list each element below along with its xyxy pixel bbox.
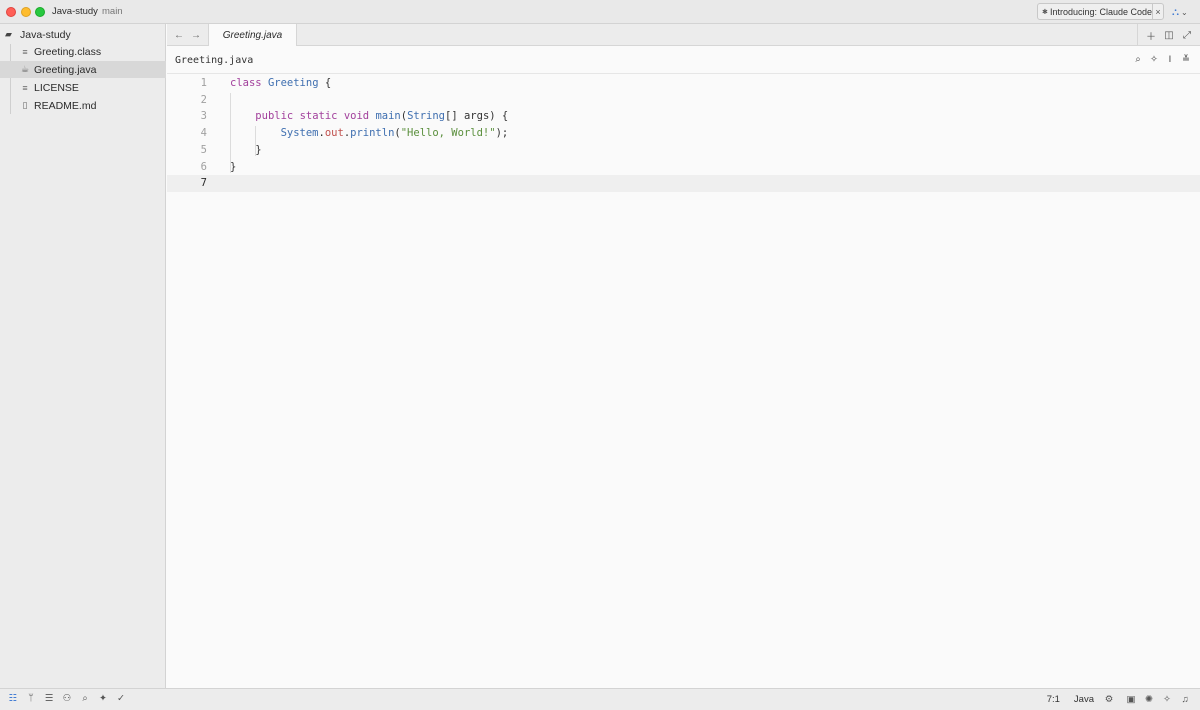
status-bar-left: ☷ ᛘ ☰ ⚇ ⌕ ✦ ✓ — [4, 693, 130, 704]
window-close-button[interactable] — [6, 7, 16, 17]
code-text: } — [230, 143, 262, 156]
line-number: 2 — [200, 93, 207, 106]
collaborators-icon[interactable]: ⚇ — [58, 693, 76, 704]
plus-icon[interactable]: ＋ — [1142, 28, 1160, 43]
line-number: 3 — [200, 110, 207, 123]
file-item-label: README.md — [34, 99, 97, 112]
status-bar: ☷ ᛘ ☰ ⚇ ⌕ ✦ ✓ 7:1 Java ⚙ ▣ ✺ ✧ ♫ — [0, 688, 1200, 710]
code-line: 6 } — [167, 159, 1200, 176]
window-maximize-button[interactable] — [35, 7, 45, 17]
line-number: 1 — [200, 77, 207, 89]
line-number: 6 — [200, 160, 207, 173]
project-panel: ▰ Java-study ≡ Greeting.class ☕ Greeting… — [0, 24, 166, 688]
split-pane-icon[interactable]: ◫ — [1160, 30, 1178, 41]
breadcrumb-bar: Greeting.java ⌕ ✧ I ≚ — [167, 46, 1200, 74]
file-item-license[interactable]: ≡ LICENSE — [0, 79, 166, 96]
maximize-icon[interactable]: ⤢ — [1178, 30, 1196, 41]
cursor-position[interactable]: 7:1 — [1047, 694, 1060, 705]
file-item-readme[interactable]: ▯ README.md — [0, 97, 166, 114]
code-text: public static void main(String[] args) { — [255, 110, 509, 123]
chevron-down-icon: ⌄ — [1181, 7, 1188, 17]
code-line: 1 class Greeting { — [167, 75, 1200, 92]
breadcrumb[interactable]: Greeting.java — [175, 55, 253, 66]
line-number: 5 — [200, 143, 207, 156]
code-line: 4 System.out.println("Hello, World!"); — [167, 125, 1200, 142]
git-branch-icon[interactable]: ᛘ — [22, 693, 40, 704]
promo-label: Introducing: Claude Code — [1049, 6, 1153, 17]
inline-assist-icon[interactable]: ✧ — [1146, 54, 1162, 65]
tab-label: Greeting.java — [222, 29, 283, 41]
code-editor[interactable]: 1 class Greeting { 2 3 public static voi… — [167, 75, 1200, 688]
assistant-icon[interactable]: ✧ — [1158, 694, 1176, 705]
code-line: 5 } — [167, 142, 1200, 159]
java-file-icon: ☕ — [20, 64, 30, 74]
notification-bell-icon[interactable]: ♫ — [1176, 694, 1194, 705]
line-number: 4 — [200, 127, 207, 140]
folder-open-icon: ▰ — [5, 29, 12, 39]
tab-bar-actions: ＋ ◫ ⤢ — [1137, 24, 1200, 46]
file-text-icon: ≡ — [22, 46, 28, 57]
title-bar: Java-study main ✱ Introducing: Claude Co… — [0, 0, 1200, 24]
file-item-greeting-class[interactable]: ≡ Greeting.class — [0, 43, 166, 60]
project-panel-icon[interactable]: ☷ — [4, 693, 22, 704]
text-cursor-icon[interactable]: I — [1162, 54, 1178, 65]
claude-icon: ✱ — [1042, 8, 1048, 16]
project-root[interactable]: ▰ Java-study — [0, 26, 166, 43]
tab-bar: ← → Greeting.java ＋ ◫ ⤢ — [167, 24, 1200, 46]
code-text: } — [230, 160, 237, 173]
arrow-right-icon: → — [191, 29, 201, 41]
promo-banner[interactable]: ✱ Introducing: Claude Code × — [1037, 3, 1164, 20]
file-text-icon: ≡ — [22, 82, 28, 93]
file-item-label: Greeting.java — [34, 63, 97, 76]
settings-sliders-icon[interactable]: ≚ — [1178, 54, 1194, 65]
file-item-label: LICENSE — [34, 81, 79, 94]
go-back-button[interactable]: ← — [171, 27, 187, 43]
language-server-icon[interactable]: ⚙ — [1100, 694, 1118, 705]
arrow-left-icon: ← — [174, 29, 184, 41]
code-line: 2 — [167, 92, 1200, 109]
editor-toolbar: ⌕ ✧ I ≚ — [1130, 54, 1194, 65]
search-icon[interactable]: ⌕ — [76, 693, 94, 704]
file-item-label: Greeting.class — [34, 45, 102, 58]
code-text: class Greeting { — [230, 77, 332, 89]
collab-icon: ⛬ — [1172, 6, 1179, 18]
diagnostics-check-icon[interactable]: ✓ — [112, 693, 130, 704]
promo-close-button[interactable]: × — [1152, 4, 1163, 19]
bug-icon[interactable]: ✺ — [1140, 694, 1158, 705]
window-minimize-button[interactable] — [21, 7, 31, 17]
outline-icon[interactable]: ☰ — [40, 693, 58, 704]
code-text: System.out.println("Hello, World!"); — [280, 127, 509, 140]
collab-menu-button[interactable]: ⛬ ⌄ — [1172, 5, 1194, 19]
branch-name[interactable]: main — [102, 6, 123, 17]
language-selector[interactable]: Java — [1074, 694, 1094, 705]
debug-icon[interactable]: ✦ — [94, 693, 112, 704]
project-root-label: Java-study — [20, 28, 71, 41]
code-line-current: 7 — [167, 175, 1200, 192]
status-bar-right: 7:1 Java ⚙ ▣ ✺ ✧ ♫ — [1033, 694, 1194, 705]
project-name[interactable]: Java-study — [52, 6, 98, 17]
file-item-greeting-java[interactable]: ☕ Greeting.java — [0, 61, 166, 78]
code-line: 3 public static void main(String[] args)… — [167, 108, 1200, 125]
tab-greeting-java[interactable]: Greeting.java — [208, 24, 297, 46]
go-forward-button[interactable]: → — [188, 27, 204, 43]
book-icon: ▯ — [22, 100, 28, 110]
search-icon[interactable]: ⌕ — [1130, 54, 1146, 65]
terminal-icon[interactable]: ▣ — [1122, 694, 1140, 705]
line-number: 7 — [200, 177, 207, 190]
